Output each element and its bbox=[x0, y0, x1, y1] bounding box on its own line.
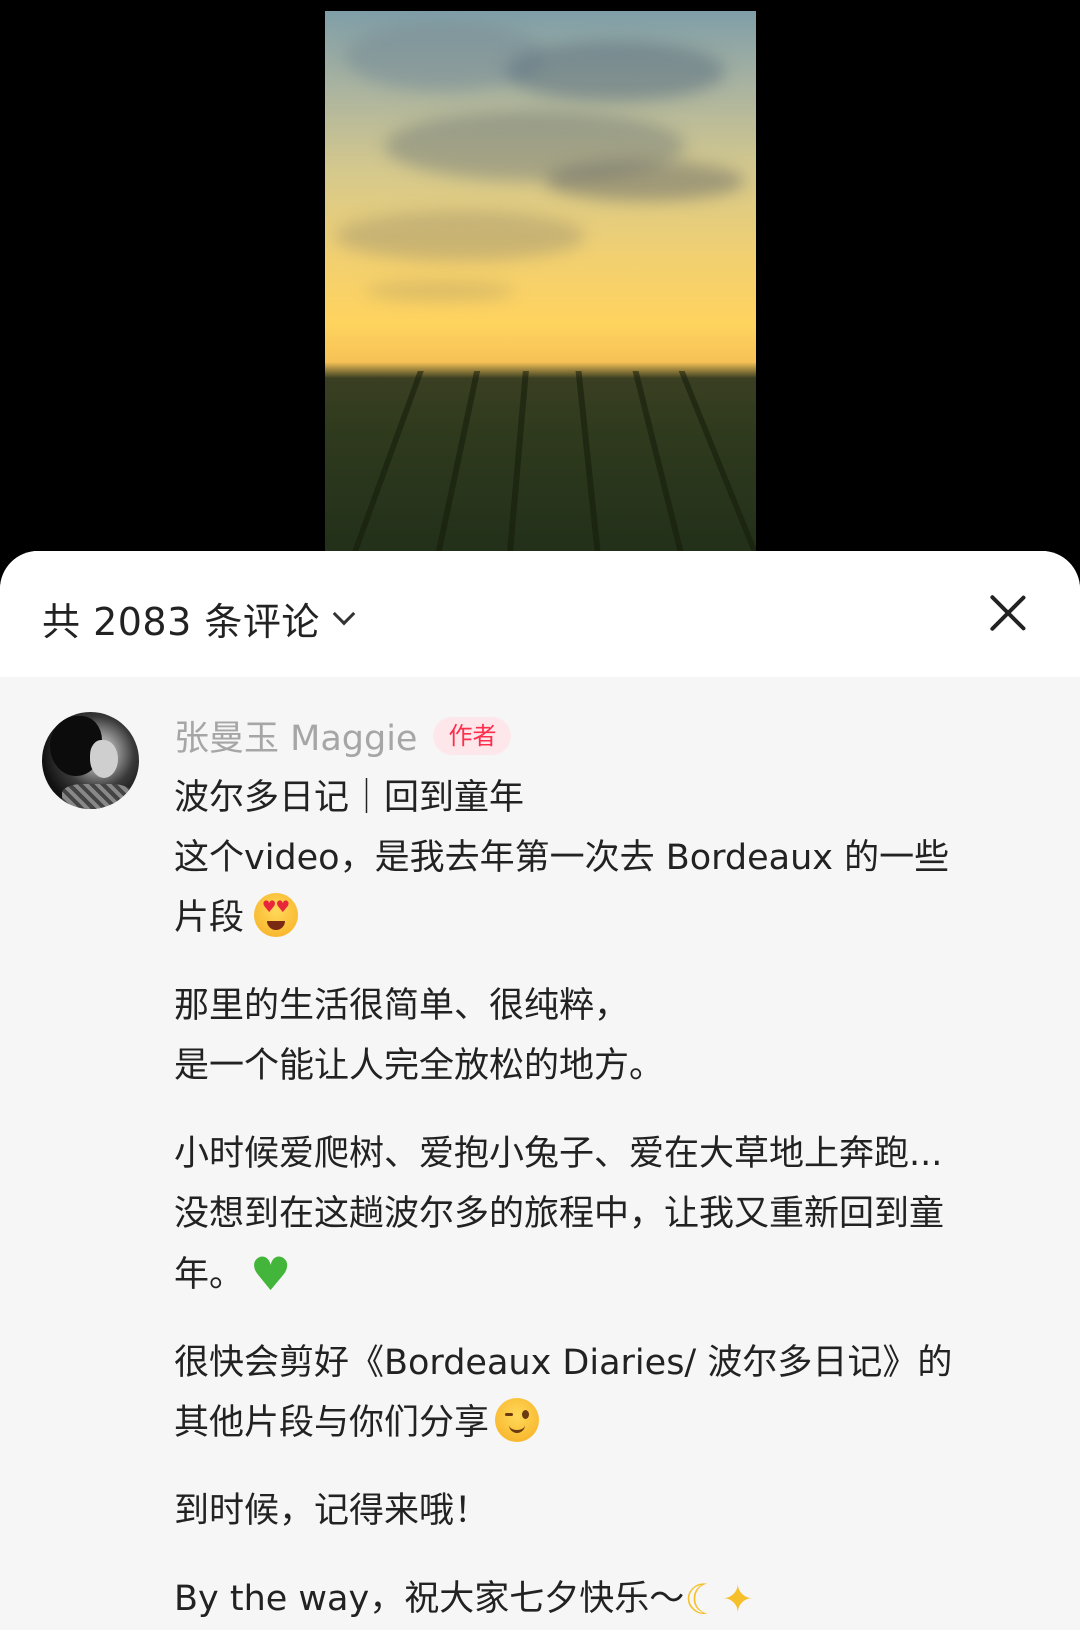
comment-panel: 共 2083 条评论 张曼玉 Maggie 作者 波尔多日记｜回到童年 这个vi… bbox=[0, 551, 1080, 1630]
comment-line-with-emoji: 其他片段与你们分享 bbox=[174, 1393, 1034, 1453]
author-name[interactable]: 张曼玉 Maggie bbox=[174, 710, 417, 761]
vine-row bbox=[678, 371, 756, 551]
comment-line: 年。 bbox=[174, 1255, 245, 1295]
comment-count-label: 共 2083 条评论 bbox=[42, 600, 320, 644]
comment-line: 是一个能让人完全放松的地方。 bbox=[174, 1046, 665, 1086]
cloud-shape bbox=[545, 161, 745, 201]
cloud-shape bbox=[505, 41, 725, 101]
comment-text[interactable]: 波尔多日记｜回到童年 这个video，是我去年第一次去 Bordeaux 的一些… bbox=[174, 768, 1034, 1630]
comment-paragraph: By the way，祝大家七夕快乐～☾✦ bbox=[174, 1569, 1034, 1630]
comment-list: 张曼玉 Maggie 作者 波尔多日记｜回到童年 这个video，是我去年第一次… bbox=[0, 677, 1080, 1630]
heart-eyes-emoji-icon bbox=[254, 893, 299, 937]
avatar[interactable] bbox=[42, 712, 139, 809]
comment-line: 其他片段与你们分享 bbox=[174, 1403, 490, 1443]
comment-author-row: 张曼玉 Maggie 作者 bbox=[174, 710, 512, 761]
close-button[interactable] bbox=[986, 591, 1028, 633]
vine-row bbox=[632, 371, 684, 551]
comment-line: 小时候爱爬树、爱抱小兔子、爱在大草地上奔跑... bbox=[174, 1134, 943, 1174]
wink-emoji-icon bbox=[495, 1398, 540, 1442]
vine-row bbox=[575, 371, 601, 551]
vine-row bbox=[507, 371, 529, 551]
comment-line: 很快会剪好《Bordeaux Diaries/ 波尔多日记》的 bbox=[174, 1343, 953, 1383]
comment-line: 这个video，是我去年第一次去 Bordeaux 的一些 bbox=[174, 838, 950, 878]
comment-panel-header: 共 2083 条评论 bbox=[0, 551, 1080, 677]
cloud-shape bbox=[335, 211, 585, 261]
comment-line-with-emoji: By the way，祝大家七夕快乐～☾✦ bbox=[174, 1569, 1034, 1630]
comment-paragraph: 到时候，记得来哦！ bbox=[174, 1481, 1034, 1541]
crescent-moon-emoji-icon: ☾ bbox=[684, 1575, 722, 1624]
comment-line: By the way，祝大家七夕快乐～ bbox=[174, 1579, 685, 1619]
avatar-face bbox=[90, 740, 118, 778]
comment-line: 没想到在这趟波尔多的旅程中，让我又重新回到童 bbox=[174, 1194, 945, 1234]
vine-row bbox=[435, 371, 481, 551]
comment-paragraph: 这个video，是我去年第一次去 Bordeaux 的一些 片段 bbox=[174, 828, 1034, 948]
comment-line-with-emoji: 年。 ♥ bbox=[174, 1244, 1034, 1305]
comment-line: 那里的生活很简单、很纯粹， bbox=[174, 986, 630, 1026]
comment-line: 片段 bbox=[174, 898, 245, 938]
comment-paragraph: 那里的生活很简单、很纯粹， 是一个能让人完全放松的地方。 bbox=[174, 976, 1034, 1096]
green-heart-emoji-icon: ♥ bbox=[250, 1247, 292, 1301]
video-frame-vineyard-sunset[interactable] bbox=[325, 11, 756, 551]
comment-paragraph: 很快会剪好《Bordeaux Diaries/ 波尔多日记》的 其他片段与你们分… bbox=[174, 1333, 1034, 1453]
video-player[interactable] bbox=[0, 0, 1080, 580]
chevron-down-icon bbox=[332, 602, 356, 625]
cloud-shape bbox=[365, 281, 515, 301]
sparkles-emoji-icon: ✦ bbox=[721, 1577, 754, 1621]
comment-line-with-emoji: 片段 bbox=[174, 888, 1034, 948]
comment-paragraph: 小时候爱爬树、爱抱小兔子、爱在大草地上奔跑... 没想到在这趟波尔多的旅程中，让… bbox=[174, 1124, 1034, 1305]
avatar-collar bbox=[62, 784, 132, 809]
comment-line: 到时候，记得来哦！ bbox=[174, 1491, 490, 1531]
comment-count-toggle[interactable]: 共 2083 条评论 bbox=[42, 591, 356, 646]
comment-title: 波尔多日记｜回到童年 bbox=[174, 778, 525, 818]
vine-row bbox=[352, 371, 424, 551]
author-badge: 作者 bbox=[433, 716, 512, 755]
